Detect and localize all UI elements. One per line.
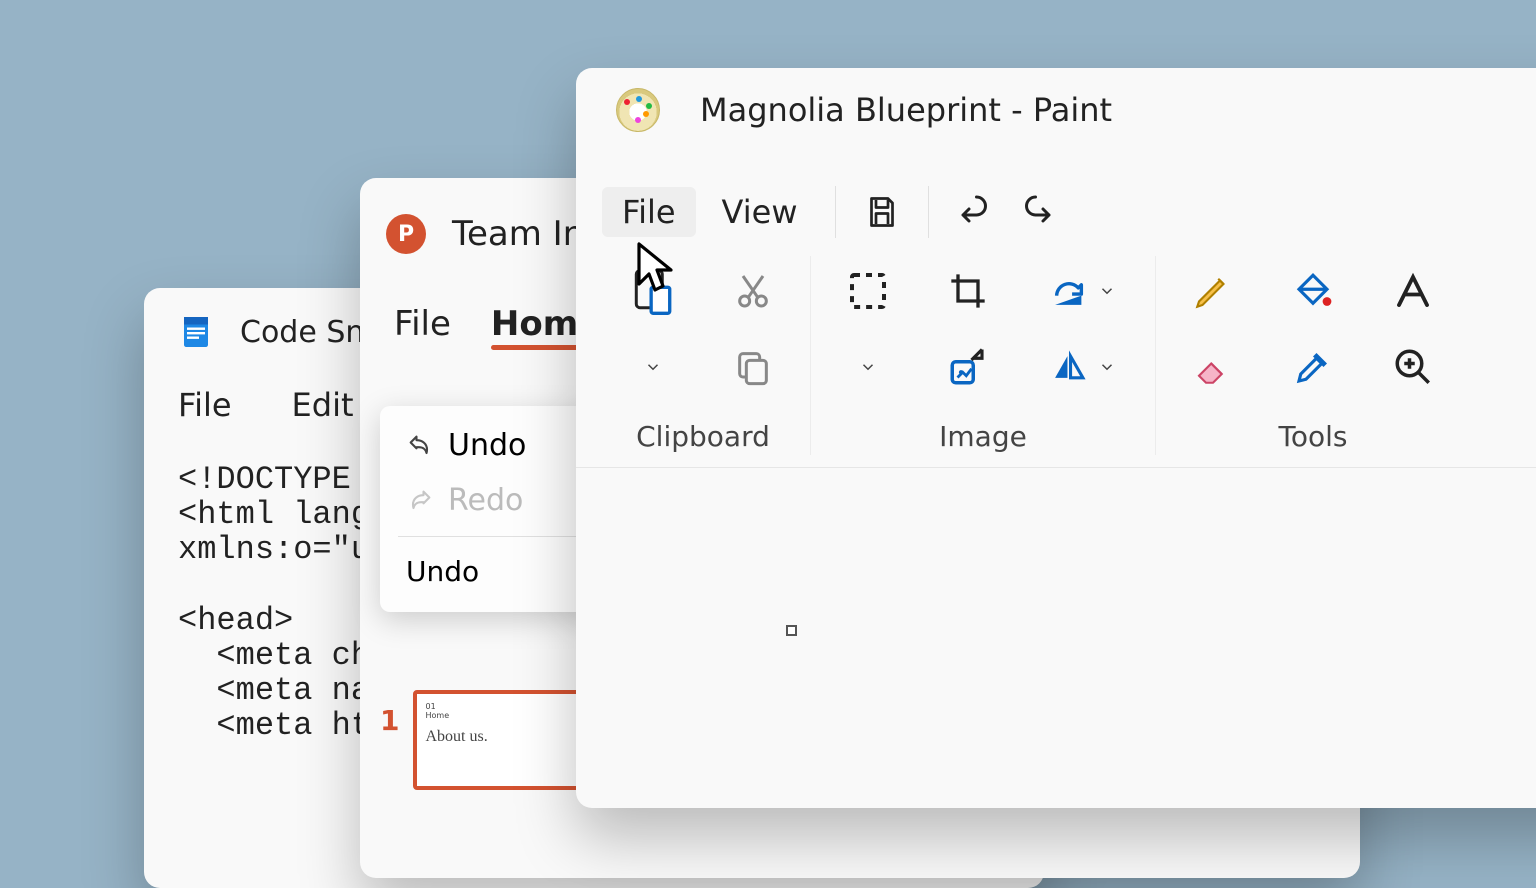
- magnifier-tool[interactable]: [1378, 335, 1448, 399]
- powerpoint-popup-redo: Redo: [388, 473, 592, 528]
- cut-button[interactable]: [718, 259, 788, 323]
- eraser-tool[interactable]: [1178, 335, 1248, 399]
- undo-button[interactable]: [947, 184, 1003, 240]
- paint-menu-file[interactable]: File: [602, 187, 696, 237]
- paint-menubar: File View: [576, 136, 1536, 252]
- text-tool[interactable]: [1378, 259, 1448, 323]
- thumb-tiny: 01: [425, 702, 571, 711]
- copy-button[interactable]: [718, 335, 788, 399]
- paste-dropdown[interactable]: [618, 335, 688, 399]
- paint-menu-view[interactable]: View: [702, 187, 818, 237]
- thumb-title: About us.: [425, 728, 571, 746]
- paste-button[interactable]: [618, 259, 688, 323]
- powerpoint-popup-caption: Undo: [388, 545, 592, 598]
- tools-group-label: Tools: [1279, 406, 1348, 455]
- ribbon-group-image: Image: [811, 256, 1156, 455]
- menu-separator: [928, 186, 929, 238]
- picker-tool[interactable]: [1278, 335, 1348, 399]
- notepad-icon: [178, 314, 214, 350]
- rotate-button[interactable]: [1033, 259, 1133, 323]
- flip-button[interactable]: [1033, 335, 1133, 399]
- pencil-tool[interactable]: [1178, 259, 1248, 323]
- redo-label: Redo: [448, 483, 523, 518]
- crop-button[interactable]: [933, 259, 1003, 323]
- powerpoint-context-popup: Undo Redo Undo: [380, 406, 600, 612]
- powerpoint-tab-file[interactable]: File: [394, 304, 451, 344]
- image-group-label: Image: [939, 406, 1027, 455]
- select-button[interactable]: [833, 259, 903, 323]
- paint-app-icon: [616, 88, 660, 132]
- fill-tool[interactable]: [1278, 259, 1348, 323]
- notepad-menu-edit[interactable]: Edit: [292, 386, 354, 424]
- ribbon-group-tools: Tools: [1156, 256, 1470, 455]
- select-dropdown[interactable]: [833, 335, 903, 399]
- undo-label: Undo: [448, 428, 526, 463]
- powerpoint-icon: P: [386, 214, 426, 254]
- popup-separator: [398, 536, 582, 537]
- paint-titlebar: Magnolia Blueprint - Paint: [576, 68, 1536, 136]
- menu-separator: [835, 186, 836, 238]
- slide-thumbnail[interactable]: 01 Home About us.: [413, 690, 583, 790]
- save-button[interactable]: [854, 184, 910, 240]
- paint-ribbon: Clipboard: [576, 252, 1536, 468]
- canvas-resize-handle[interactable]: [786, 625, 797, 636]
- powerpoint-title: Team In: [452, 214, 584, 254]
- ribbon-group-clipboard: Clipboard: [596, 256, 811, 455]
- paint-window: Magnolia Blueprint - Paint File View: [576, 68, 1536, 808]
- slide-number: 1: [380, 704, 399, 737]
- powerpoint-slide-panel: 1 01 Home About us.: [380, 690, 583, 790]
- clipboard-group-label: Clipboard: [636, 406, 770, 455]
- paint-title: Magnolia Blueprint - Paint: [700, 91, 1112, 129]
- resize-button[interactable]: [933, 335, 1003, 399]
- notepad-menu-file[interactable]: File: [178, 386, 232, 424]
- redo-button[interactable]: [1009, 184, 1065, 240]
- thumb-subtitle: Home: [425, 711, 571, 720]
- powerpoint-popup-undo[interactable]: Undo: [388, 418, 592, 473]
